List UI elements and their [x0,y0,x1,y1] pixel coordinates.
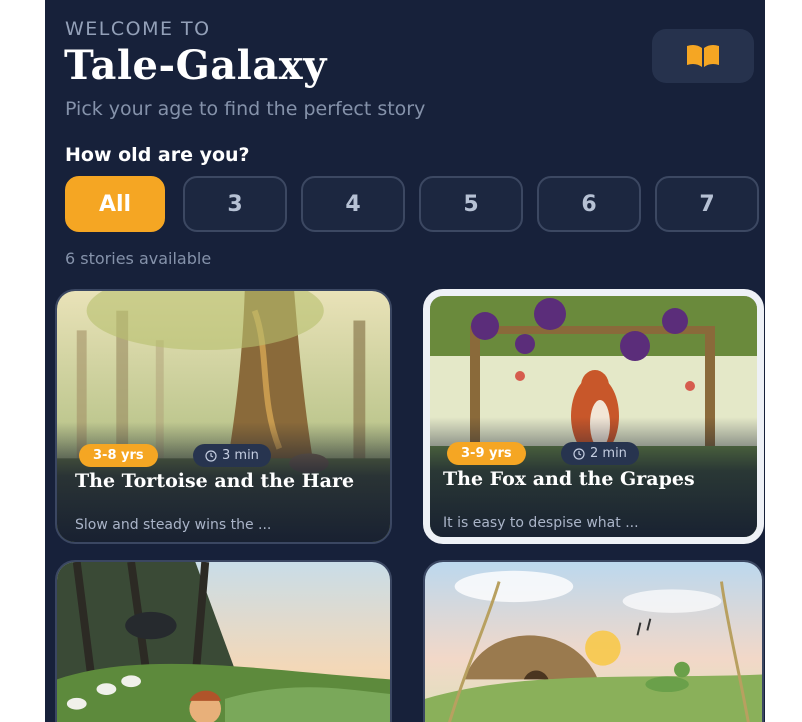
clock-icon [573,447,585,460]
story-card[interactable]: 3-9 yrs 2 min The Fox and the Grapes It … [423,289,764,544]
age-badge: 3-8 yrs [79,444,158,467]
welcome-label: WELCOME TO [65,18,211,40]
meadow-illustration [425,562,762,722]
app-title: Tale-Galaxy [64,42,327,89]
age-option-6[interactable]: 6 [537,176,641,232]
age-badge: 3-9 yrs [447,442,526,465]
story-description: Slow and steady wins the ... [75,517,272,533]
hillside-illustration [57,562,390,722]
app-subtitle: Pick your age to find the perfect story [65,98,426,120]
age-option-5[interactable]: 5 [419,176,523,232]
app-screen: WELCOME TO Tale-Galaxy Pick your age to … [45,0,765,722]
duration-label: 2 min [590,446,627,461]
story-title: The Fox and the Grapes [443,468,695,490]
open-book-icon [687,44,719,67]
story-card[interactable] [55,560,392,722]
age-option-3[interactable]: 3 [183,176,287,232]
age-option-4[interactable]: 4 [301,176,405,232]
duration-badge: 3 min [193,444,271,467]
library-button[interactable] [652,29,754,83]
age-option-7[interactable]: 7 [655,176,759,232]
age-option-all[interactable]: All [65,176,165,232]
age-filter: All 3 4 5 6 7 [65,176,765,232]
stories-count: 6 stories available [65,249,212,268]
age-question: How old are you? [65,144,250,166]
clock-icon [205,449,217,462]
story-card[interactable]: 3-8 yrs 3 min The Tortoise and the Hare … [55,289,392,544]
story-description: It is easy to despise what ... [443,515,639,531]
duration-label: 3 min [222,448,259,463]
story-title: The Tortoise and the Hare [75,470,355,492]
duration-badge: 2 min [561,442,639,465]
story-card[interactable] [423,560,764,722]
